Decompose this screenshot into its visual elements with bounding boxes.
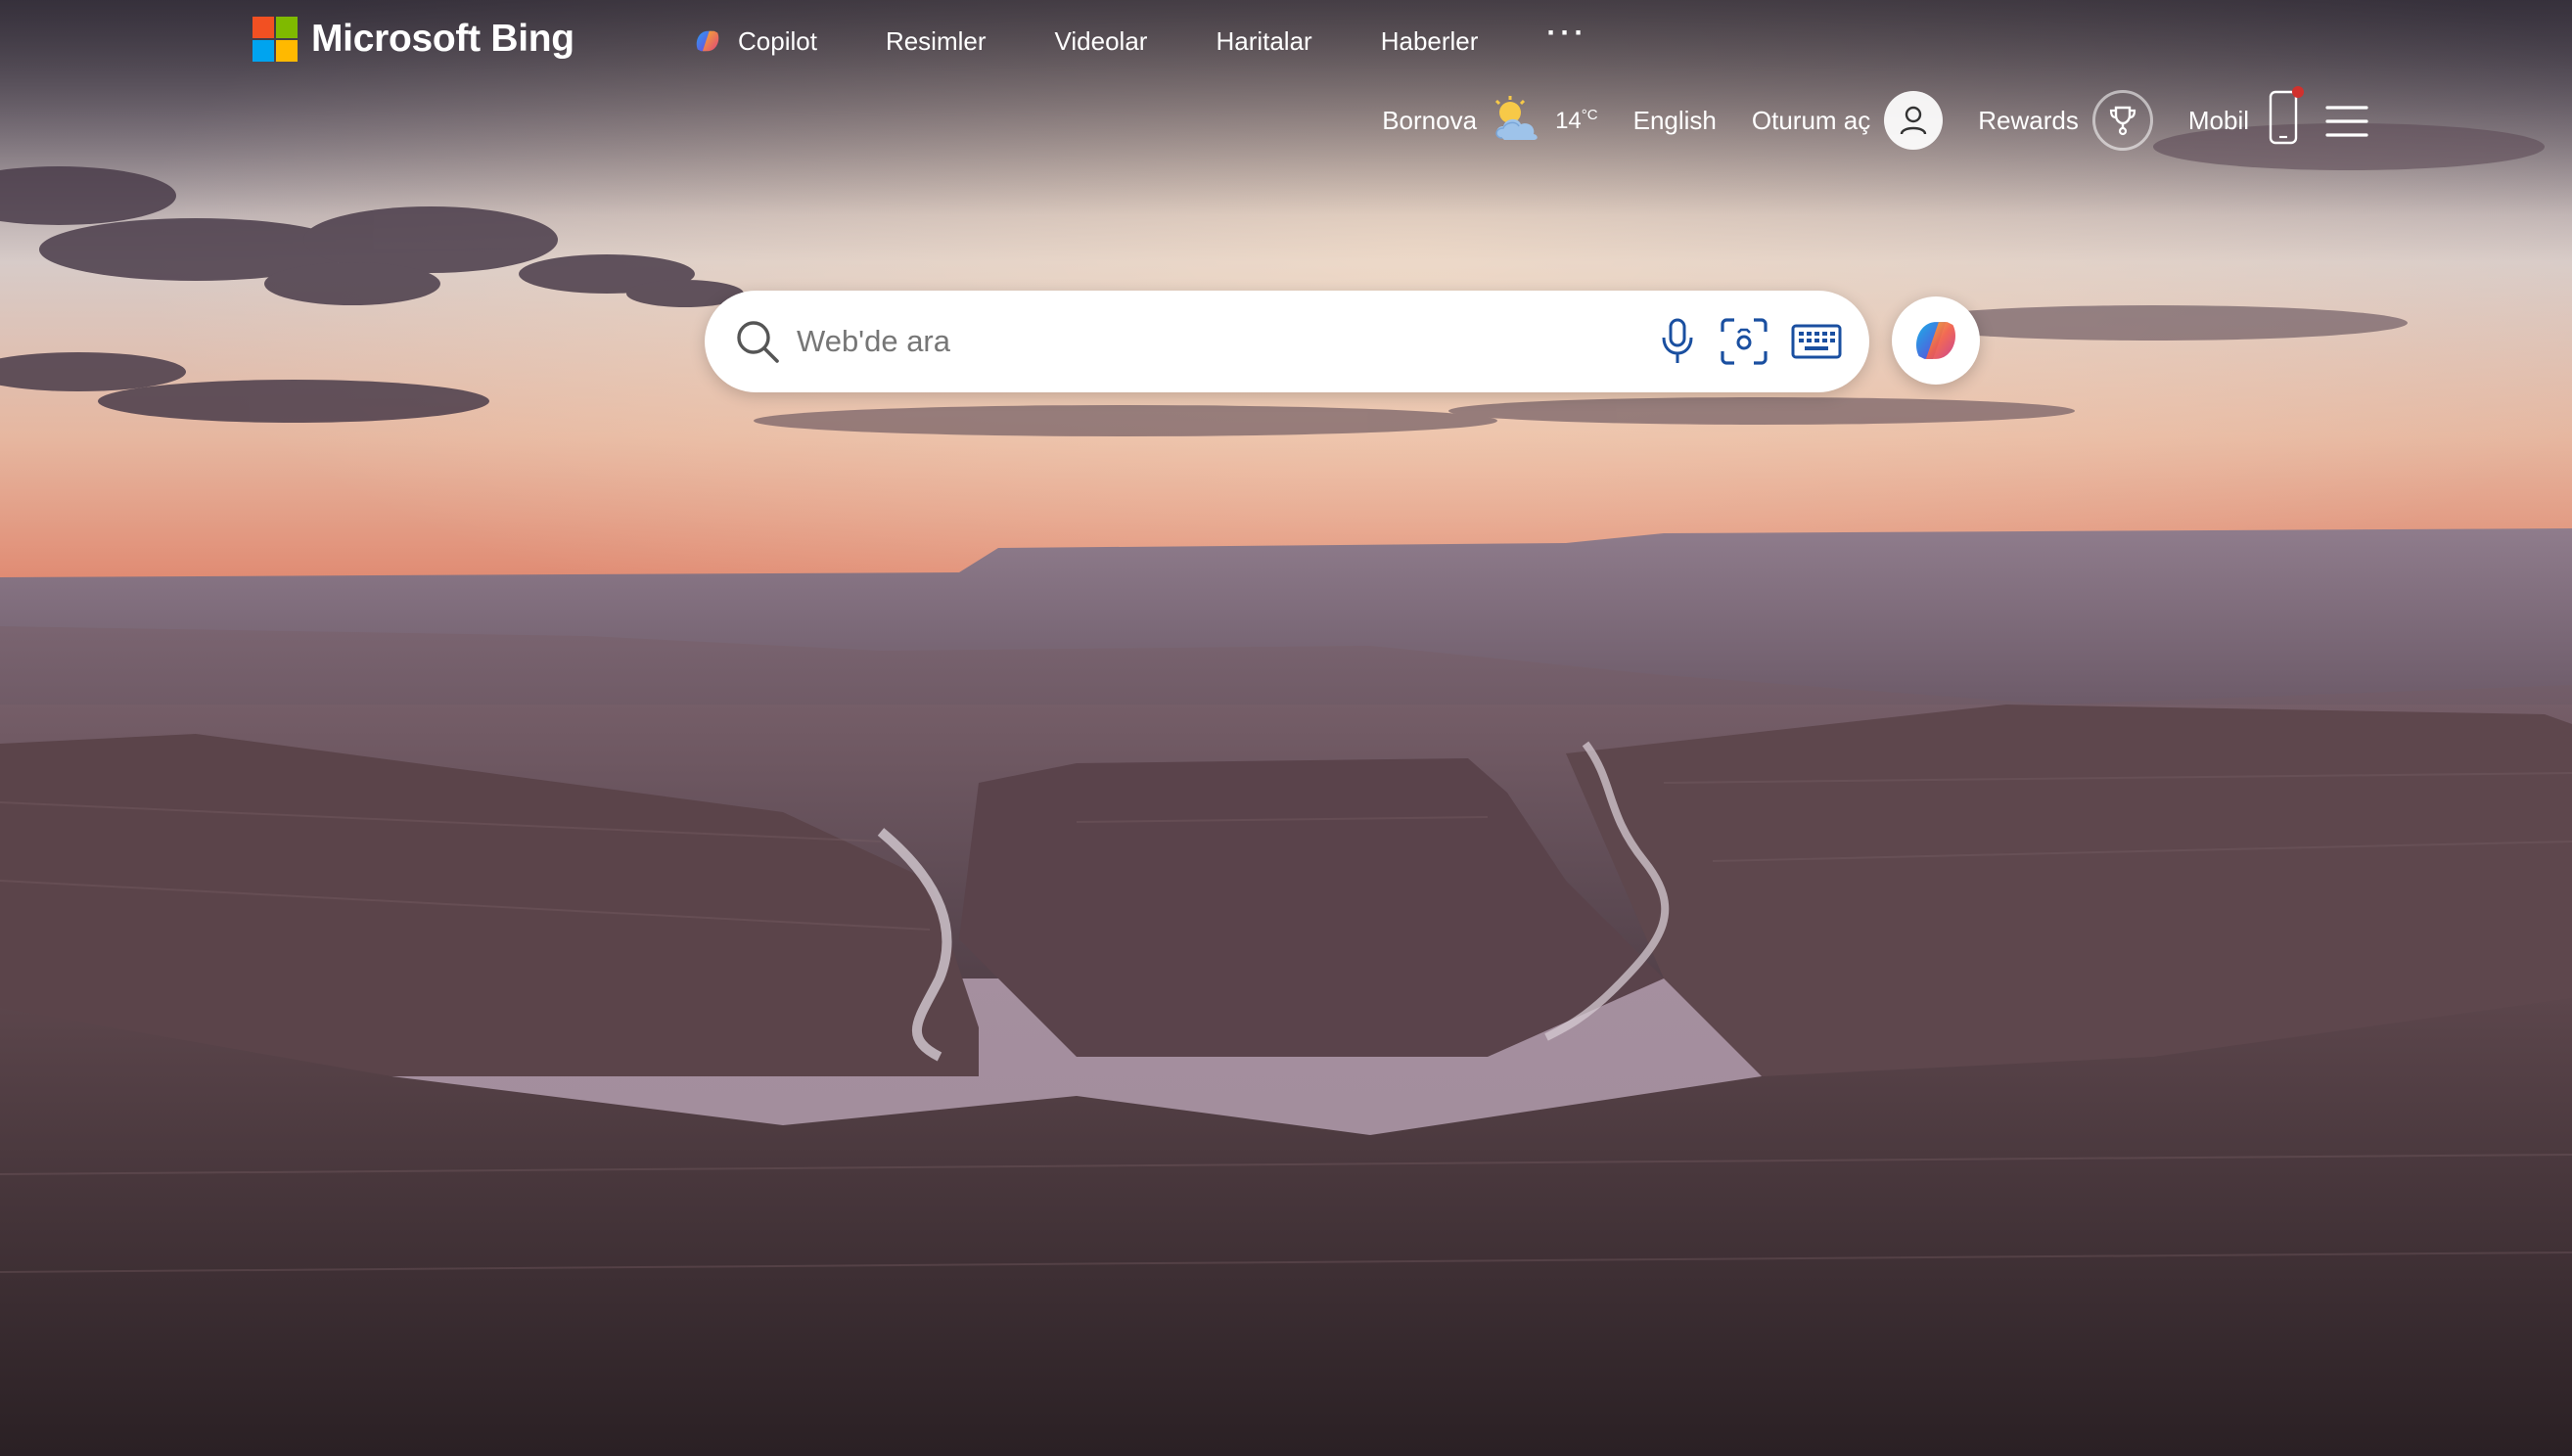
brand-name: Microsoft Bing [311,18,574,60]
search-icon[interactable] [732,316,783,367]
scope-news[interactable]: Haberler [1381,26,1479,57]
scope-label: Haberler [1380,25,1479,56]
phone-icon [2269,85,2304,152]
language-link[interactable]: English [1633,106,1717,136]
scope-label: Haritalar [1216,25,1312,56]
utility-bar: Bornova 14°C English Oturum aç Rewards M… [1382,85,2304,153]
signin-label: Oturum aç [1751,105,1871,135]
microphone-icon[interactable] [1658,316,1697,367]
scope-label: Videolar [1054,25,1148,56]
temperature-unit: °C [1581,106,1598,123]
bing-logo[interactable]: Microsoft Bing [253,16,574,63]
scope-maps[interactable]: Haritalar [1216,26,1311,57]
copilot-button[interactable] [1892,296,1980,385]
scope-label: Copilot [738,25,817,56]
hamburger-icon[interactable] [2325,104,2368,139]
temperature-value: 14 [1555,107,1582,134]
scope-images[interactable]: Resimler [886,26,987,57]
scope-nav: Copilot Resimler Videolar Haritalar Habe… [691,17,1587,65]
scope-videos[interactable]: Videolar [1055,26,1148,57]
partly-cloudy-icon [1495,96,1538,140]
signin-button[interactable]: Oturum aç [1751,91,1944,150]
mobile-label: Mobil [2187,105,2249,135]
trophy-icon [2091,90,2153,151]
search-box [705,291,1869,392]
scope-label: Resimler [885,25,987,56]
weather-widget[interactable]: Bornova 14°C [1382,95,1598,146]
notification-dot [2292,85,2304,98]
person-icon [1884,91,1944,150]
weather-temperature: 14°C [1555,107,1598,135]
visual-search-icon[interactable] [1719,316,1769,367]
mobile-button[interactable]: Mobil [2187,85,2304,152]
more-scopes-button[interactable]: ··· [1546,17,1587,50]
microsoft-logo-icon [253,17,298,62]
rewards-button[interactable]: Rewards [1978,90,2153,151]
search-tools [1636,291,1842,392]
copilot-icon [696,30,719,52]
rewards-label: Rewards [1978,105,2079,135]
scope-copilot[interactable]: Copilot [691,24,817,58]
bing-homepage: Microsoft Bing Copilot Resimler Videolar… [0,0,2572,1456]
weather-location: Bornova [1382,105,1478,135]
search-input[interactable] [795,311,1601,372]
copilot-icon [1916,322,1955,359]
keyboard-icon[interactable] [1791,322,1842,361]
background-image [0,0,2572,1456]
